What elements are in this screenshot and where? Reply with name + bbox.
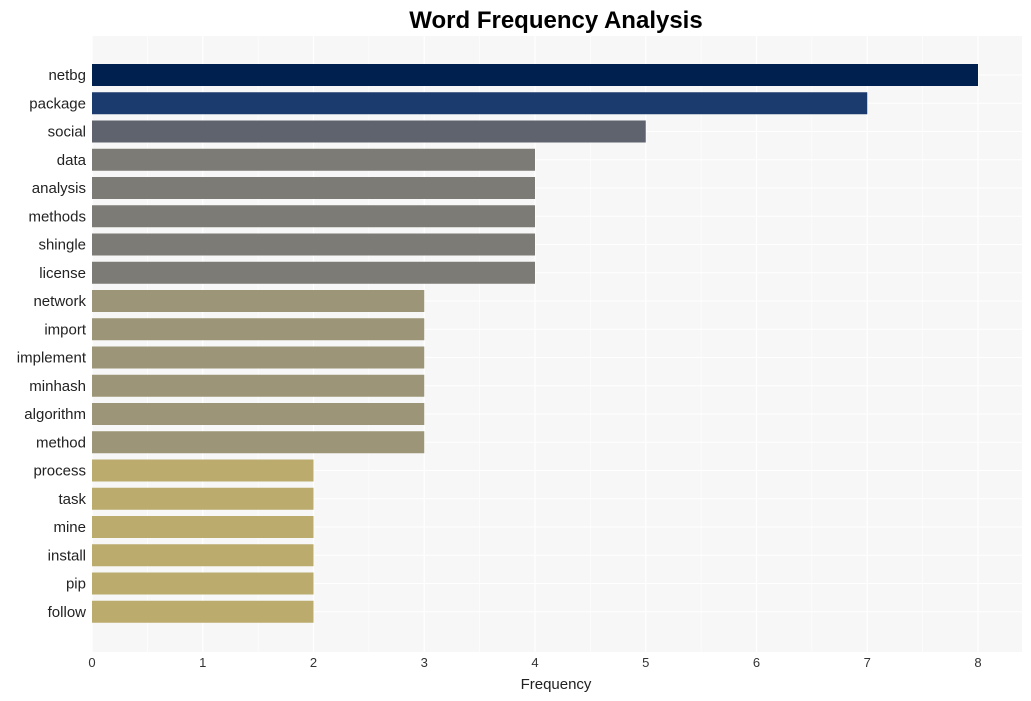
bar-pip (92, 572, 314, 595)
y-label-pip: pip (66, 576, 86, 593)
bar-package (92, 92, 868, 115)
x-axis-ticks: 0 1 2 3 4 5 6 7 8 (88, 655, 981, 670)
bar-license (92, 261, 535, 284)
y-axis-labels: netbg package social data analysis methods shi… (17, 67, 87, 621)
x-tick-2: 2 (310, 655, 317, 670)
bar-method (92, 431, 425, 454)
bar-mine (92, 516, 314, 538)
x-tick-7: 7 (864, 655, 871, 670)
y-label-follow: follow (48, 604, 87, 621)
y-label-netbg: netbg (48, 67, 86, 84)
x-tick-4: 4 (531, 655, 538, 670)
y-label-algorithm: algorithm (24, 406, 86, 423)
x-axis-label: Frequency (521, 676, 592, 693)
bar-task (92, 487, 314, 510)
bar-network (92, 290, 425, 312)
y-label-analysis: analysis (32, 180, 86, 197)
word-frequency-chart: Word Frequency Analysis netbg package soci… (17, 7, 1022, 693)
bar-methods (92, 205, 535, 228)
bar-install (92, 544, 314, 567)
bar-follow (92, 600, 314, 623)
bar-shingle (92, 233, 535, 256)
x-tick-1: 1 (199, 655, 206, 670)
y-label-method: method (36, 434, 86, 451)
y-label-import: import (44, 321, 87, 338)
bar-data (92, 148, 535, 171)
y-label-package: package (29, 95, 86, 112)
y-label-license: license (39, 265, 86, 282)
x-tick-5: 5 (642, 655, 649, 670)
bar-process (92, 459, 314, 482)
x-tick-3: 3 (421, 655, 428, 670)
y-label-social: social (48, 124, 86, 141)
y-label-minhash: minhash (29, 378, 86, 395)
chart-title: Word Frequency Analysis (409, 7, 702, 34)
bar-analysis (92, 177, 535, 199)
bar-algorithm (92, 403, 425, 425)
y-label-task: task (58, 491, 86, 508)
y-label-methods: methods (28, 208, 86, 225)
y-label-network: network (33, 293, 86, 310)
x-tick-8: 8 (974, 655, 981, 670)
y-label-process: process (33, 463, 86, 480)
bar-netbg (92, 64, 978, 86)
bar-implement (92, 346, 425, 369)
y-label-install: install (48, 547, 86, 564)
bar-import (92, 318, 425, 341)
x-tick-0: 0 (88, 655, 95, 670)
y-label-data: data (57, 152, 87, 169)
y-label-mine: mine (53, 519, 86, 536)
bar-minhash (92, 374, 425, 397)
y-label-shingle: shingle (38, 237, 86, 254)
x-tick-6: 6 (753, 655, 760, 670)
bar-social (92, 120, 646, 143)
y-label-implement: implement (17, 350, 87, 367)
